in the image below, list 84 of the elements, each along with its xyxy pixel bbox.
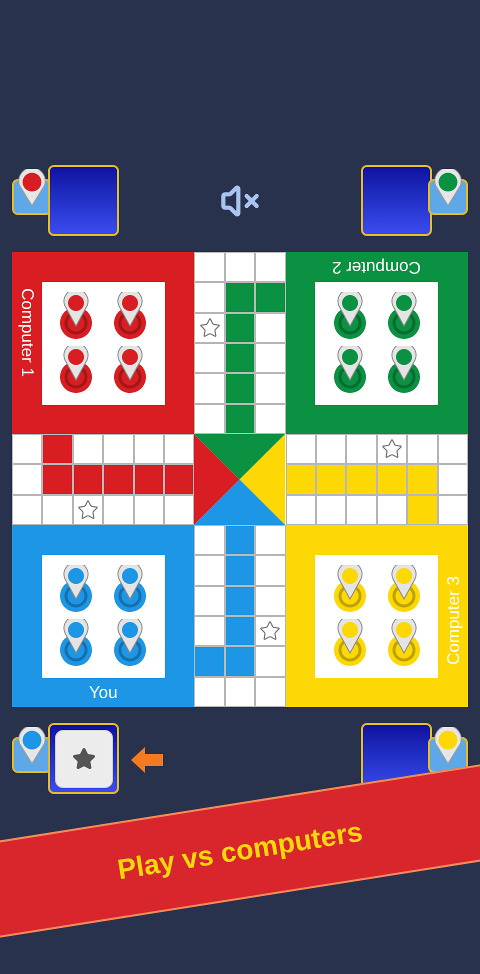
pawn-icon[interactable] — [58, 618, 94, 667]
board-square — [224, 252, 256, 282]
pawn-icon[interactable] — [112, 292, 148, 340]
board-square — [438, 494, 468, 525]
pawn-icon[interactable] — [386, 618, 422, 667]
pawn-icon[interactable] — [58, 565, 94, 614]
board-square — [224, 404, 256, 434]
board-square — [194, 586, 225, 616]
pawn-icon[interactable] — [386, 292, 422, 340]
board-square — [224, 676, 256, 707]
pawn-icon[interactable] — [58, 292, 94, 340]
board-square — [255, 404, 286, 434]
board-square — [255, 525, 286, 556]
banner-text: Play vs computers — [114, 814, 366, 888]
board-square — [316, 434, 346, 464]
pawn-icon[interactable] — [332, 346, 368, 394]
pawn-icon[interactable] — [332, 618, 368, 667]
board-square — [255, 252, 286, 282]
board-square — [316, 464, 346, 495]
board-square — [255, 373, 286, 404]
board-square — [194, 525, 225, 556]
board-square — [164, 494, 194, 525]
board-square — [12, 464, 42, 495]
board-square — [346, 464, 377, 495]
pawn-icon[interactable] — [58, 346, 94, 394]
board-square — [316, 494, 346, 525]
board-square — [103, 464, 134, 495]
arrow-icon — [131, 747, 163, 773]
board-square — [103, 434, 134, 464]
board-square — [376, 494, 408, 525]
board-square — [194, 555, 225, 586]
pawn-icon[interactable] — [332, 565, 368, 614]
board-square — [224, 343, 256, 374]
board-square — [255, 555, 286, 586]
pawn-icon[interactable] — [112, 565, 148, 614]
board-square — [224, 373, 256, 404]
board-square — [286, 434, 316, 464]
board-square — [224, 282, 256, 313]
star-icon — [72, 746, 96, 770]
board-square — [72, 434, 104, 464]
die-button[interactable] — [54, 730, 112, 788]
board-square — [134, 434, 164, 464]
star-icon — [76, 498, 99, 521]
player-name: You — [88, 684, 118, 700]
board-square — [194, 616, 225, 646]
board-square — [42, 464, 73, 495]
player-pin-icon — [433, 169, 463, 207]
pawn-icon[interactable] — [386, 565, 422, 614]
board-square — [194, 404, 225, 434]
star-icon — [198, 316, 221, 339]
player-pin-icon — [17, 169, 47, 207]
board-square — [438, 434, 468, 464]
board-square — [194, 676, 225, 707]
player-name: Computer 3 — [444, 576, 462, 664]
board-square — [224, 525, 256, 556]
player-name: Computer 2 — [332, 258, 422, 276]
board-square — [255, 343, 286, 374]
board-square — [286, 494, 316, 525]
board-square — [224, 555, 256, 586]
board-square — [164, 464, 194, 495]
board-square — [134, 494, 164, 525]
board-square — [224, 586, 256, 616]
board-square — [286, 464, 316, 495]
board-square — [194, 373, 225, 404]
board-square — [194, 252, 225, 282]
pawn-icon[interactable] — [112, 346, 148, 394]
board-square — [438, 464, 468, 495]
board-square — [346, 494, 377, 525]
pawn-icon[interactable] — [386, 346, 422, 394]
player-pin-icon — [17, 727, 47, 765]
star-icon — [259, 620, 282, 642]
board-square — [224, 646, 256, 677]
star-icon — [380, 438, 403, 460]
pawn-icon[interactable] — [112, 618, 148, 667]
board-square — [12, 434, 42, 464]
board-square — [134, 464, 164, 495]
board-square — [255, 312, 286, 343]
board-square — [164, 434, 194, 464]
board-square — [255, 676, 286, 707]
board-square — [12, 494, 42, 525]
pawn-icon[interactable] — [332, 292, 368, 340]
player-name: Computer 1 — [18, 288, 36, 376]
player-pin-icon — [433, 727, 463, 765]
board-square — [407, 464, 438, 495]
